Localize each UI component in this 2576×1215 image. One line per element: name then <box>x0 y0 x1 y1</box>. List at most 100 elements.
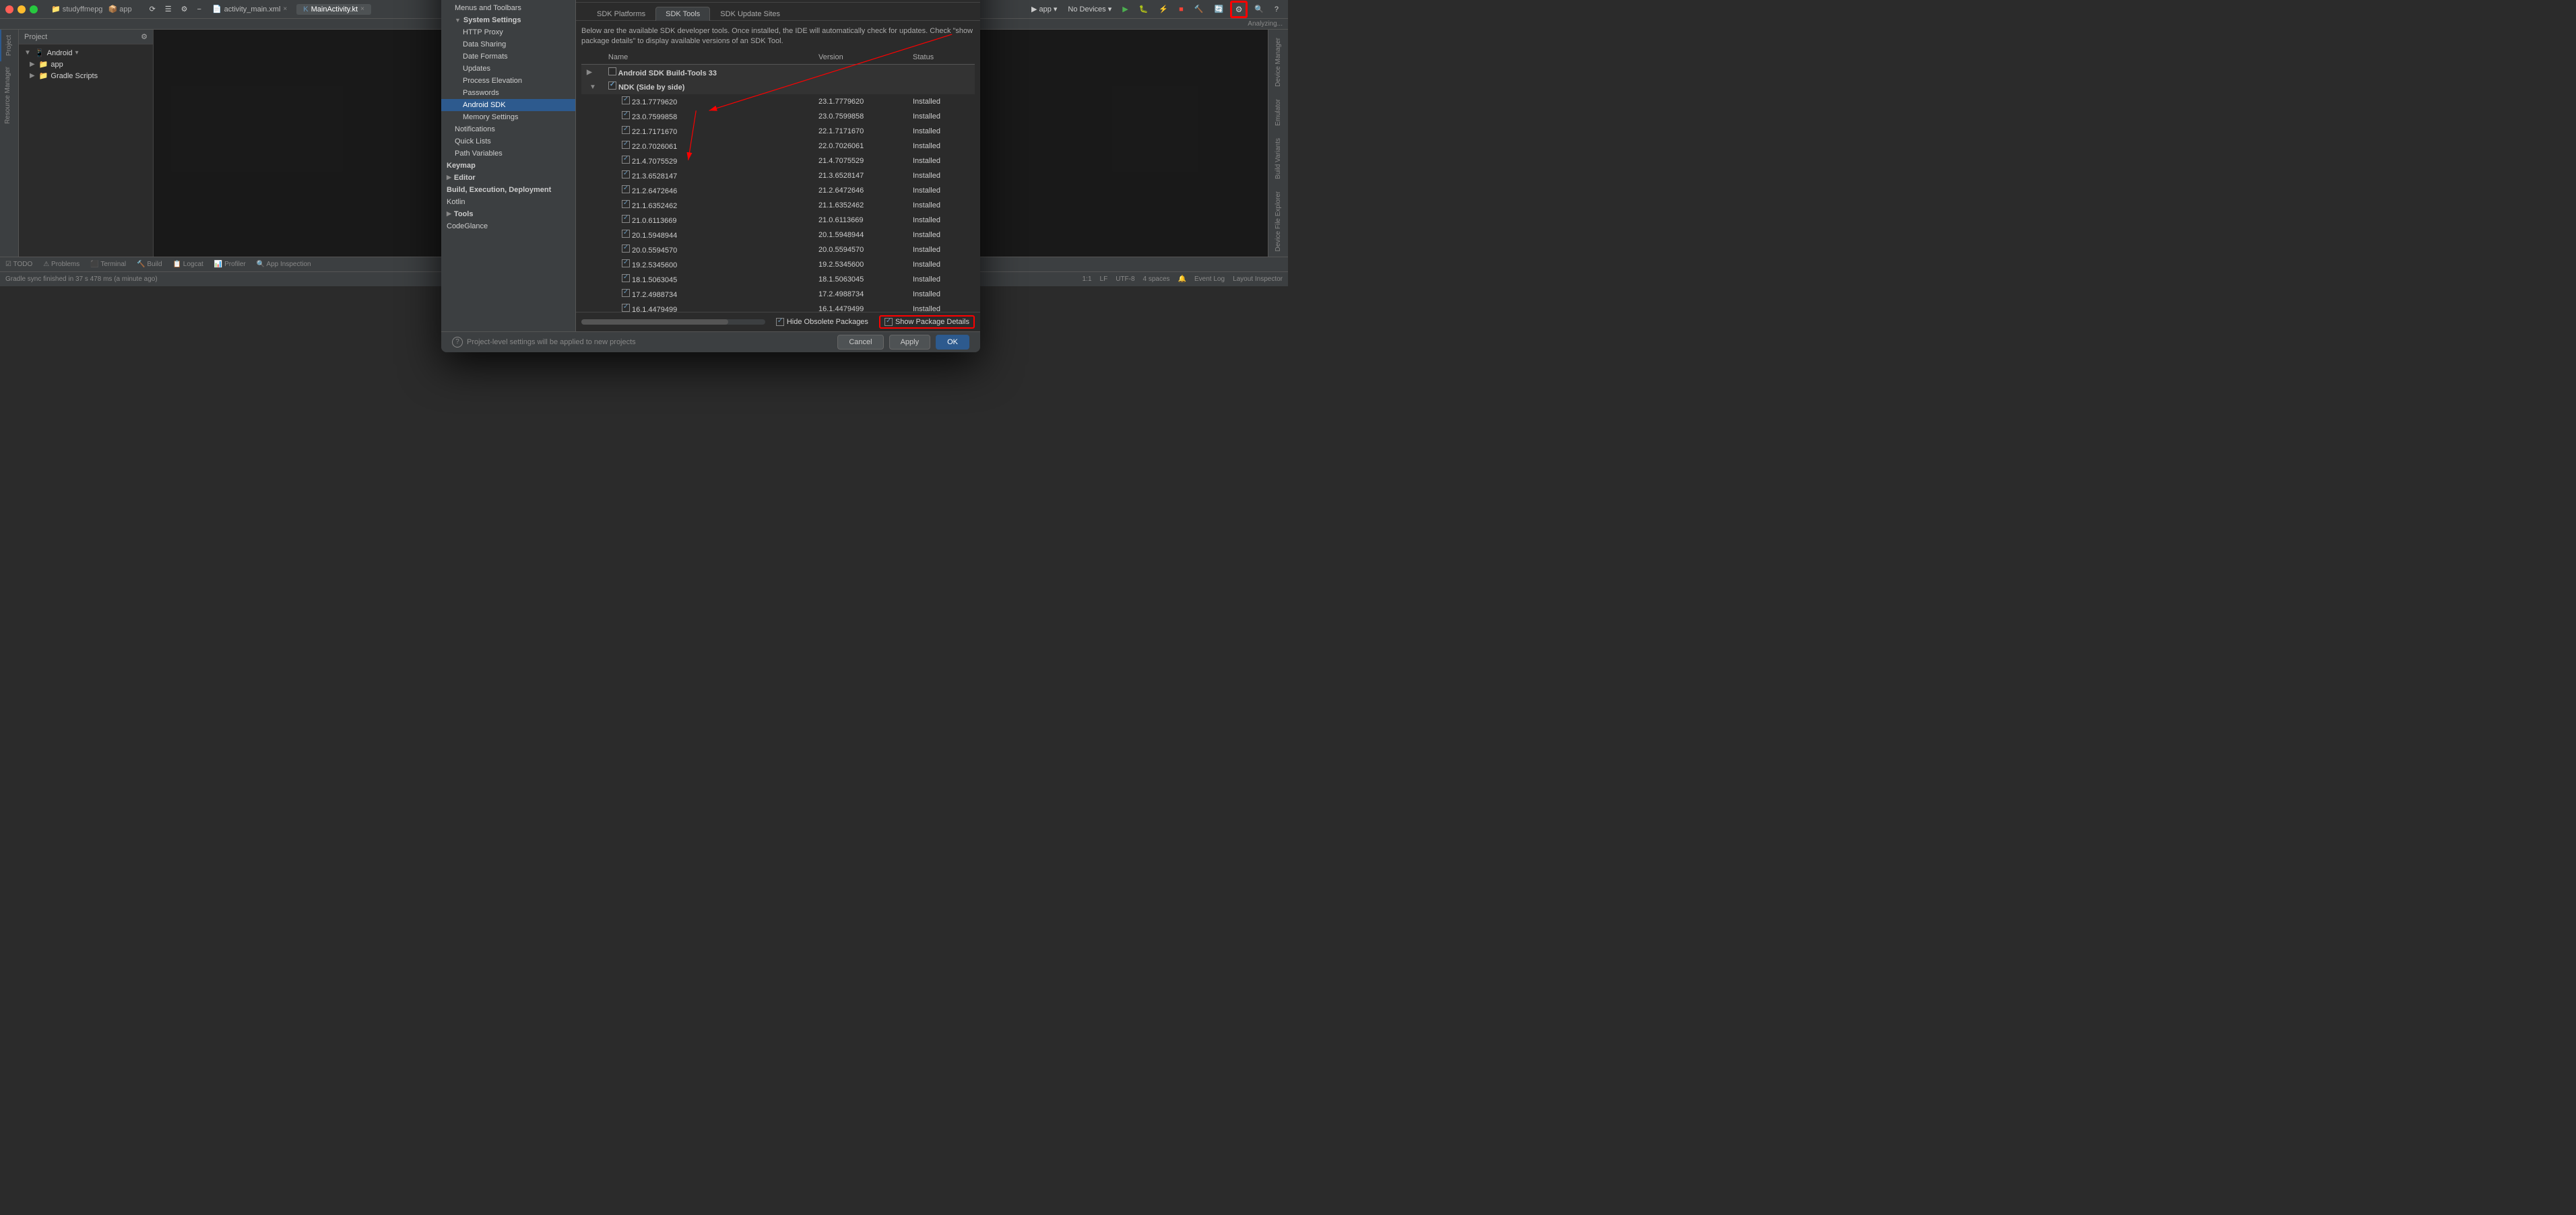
build-variants-tab[interactable]: Build Variants <box>1272 133 1285 185</box>
table-row[interactable]: 19.2.5345600 19.2.5345600 Installed <box>581 257 975 272</box>
profiler-btn[interactable]: 📊 Profiler <box>214 261 246 268</box>
nav-item-data-sharing[interactable]: Data Sharing <box>441 38 575 51</box>
gradle-scripts-node[interactable]: ▶ 📁 Gradle Scripts <box>19 70 153 81</box>
project-tab[interactable]: Project <box>0 30 18 61</box>
profile-btn[interactable]: ⚡ <box>1155 3 1172 15</box>
sdk-table-container[interactable]: Name Version Status <box>576 51 980 311</box>
checkbox-icon[interactable] <box>622 289 630 297</box>
tab-sdk-update-sites[interactable]: SDK Update Sites <box>710 7 790 21</box>
build-btn[interactable]: 🔨 <box>1190 3 1208 15</box>
nav-item-build-execution[interactable]: Build, Execution, Deployment <box>441 184 575 196</box>
nav-item-system-settings[interactable]: ▼ System Settings <box>441 14 575 26</box>
build-btn-bottom[interactable]: 🔨 Build <box>137 261 162 268</box>
tab-mainactivity[interactable]: K MainActivity.kt × <box>296 4 371 15</box>
table-row[interactable]: ▶ Android SDK Build-Tools 33 <box>581 65 975 79</box>
todo-btn[interactable]: ☑ TODO <box>5 261 32 268</box>
project-options-btn[interactable]: ⚙ <box>141 32 148 41</box>
table-row[interactable]: 21.1.6352462 21.1.6352462 Installed <box>581 198 975 213</box>
tab-close-icon[interactable]: × <box>283 5 287 13</box>
app-node[interactable]: ▶ 📁 app <box>19 59 153 70</box>
notification-icon[interactable]: 🔔 <box>1178 275 1186 283</box>
table-row[interactable]: 22.0.7026061 22.0.7026061 Installed <box>581 139 975 154</box>
sync-button[interactable]: ⟳ <box>146 3 160 15</box>
cancel-button[interactable]: Cancel <box>837 335 883 350</box>
checkbox-icon[interactable] <box>622 185 630 193</box>
nav-item-date-formats[interactable]: Date Formats <box>441 51 575 63</box>
indent-spaces[interactable]: 4 spaces <box>1143 275 1170 283</box>
tab-close-icon[interactable]: × <box>360 5 364 13</box>
nav-item-updates[interactable]: Updates <box>441 63 575 75</box>
table-row[interactable]: 20.0.5594570 20.0.5594570 Installed <box>581 242 975 257</box>
checkbox-icon[interactable] <box>608 81 616 90</box>
table-row[interactable]: 18.1.5063045 18.1.5063045 Installed <box>581 272 975 287</box>
table-row[interactable]: 16.1.4479499 16.1.4479499 Installed <box>581 302 975 312</box>
checkbox-icon[interactable] <box>622 126 630 134</box>
layout-inspector-btn[interactable]: Layout Inspector <box>1233 275 1283 283</box>
table-row[interactable]: 17.2.4988734 17.2.4988734 Installed <box>581 287 975 302</box>
project-selector[interactable]: 📁 studyffmepg <box>51 5 102 13</box>
logcat-btn[interactable]: 📋 Logcat <box>173 261 203 268</box>
resource-manager-tab[interactable]: Resource Manager <box>0 61 18 129</box>
table-row[interactable]: 23.1.7779620 23.1.7779620 Installed <box>581 94 975 109</box>
position-indicator[interactable]: 1:1 <box>1083 275 1092 283</box>
run-config-btn[interactable]: ▶ app ▾ <box>1027 3 1061 15</box>
nav-item-android-sdk[interactable]: Android SDK <box>441 99 575 111</box>
show-package-details-checkbox[interactable] <box>884 318 893 326</box>
help-icon[interactable]: ? <box>452 337 463 348</box>
table-row[interactable]: ▼ NDK (Side by side) <box>581 79 975 94</box>
checkbox-icon[interactable] <box>622 259 630 267</box>
checkbox-icon[interactable] <box>622 274 630 282</box>
list-button[interactable]: ☰ <box>161 3 176 15</box>
nav-item-process-elevation[interactable]: Process Elevation <box>441 75 575 87</box>
terminal-btn[interactable]: ⬛ Terminal <box>90 261 126 268</box>
event-log-btn[interactable]: Event Log <box>1194 275 1225 283</box>
checkbox-icon[interactable] <box>608 67 616 75</box>
nav-item-kotlin[interactable]: Kotlin <box>441 196 575 208</box>
table-row[interactable]: 20.1.5948944 20.1.5948944 Installed <box>581 228 975 242</box>
nav-item-quick-lists[interactable]: Quick Lists <box>441 135 575 147</box>
minimize-button[interactable] <box>18 5 26 13</box>
nav-item-tools[interactable]: ▶ Tools <box>441 208 575 220</box>
nav-item-codeglance[interactable]: CodeGlance <box>441 220 575 232</box>
tab-sdk-tools[interactable]: SDK Tools <box>655 7 710 21</box>
table-row[interactable]: 21.2.6472646 21.2.6472646 Installed <box>581 183 975 198</box>
table-row[interactable]: 21.3.6528147 21.3.6528147 Installed <box>581 168 975 183</box>
nav-item-memory-settings[interactable]: Memory Settings <box>441 111 575 123</box>
ok-button[interactable]: OK <box>936 335 969 350</box>
maximize-button[interactable] <box>30 5 38 13</box>
hide-obsolete-checkbox-container[interactable]: Hide Obsolete Packages <box>776 318 868 326</box>
stop-btn[interactable]: ■ <box>1175 4 1188 15</box>
device-manager-tab[interactable]: Device Manager <box>1272 32 1285 92</box>
sync-gradle-btn[interactable]: 🔄 <box>1210 3 1227 15</box>
table-row[interactable]: 21.0.6113669 21.0.6113669 Installed <box>581 213 975 228</box>
checkbox-icon[interactable] <box>622 200 630 208</box>
table-row[interactable]: 21.4.7075529 21.4.7075529 Installed <box>581 154 975 168</box>
search-btn[interactable]: 🔍 <box>1250 3 1268 15</box>
scrollbar-area[interactable] <box>581 319 765 325</box>
android-node[interactable]: ▼ 📱 Android ▾ <box>19 47 153 59</box>
minus-button[interactable]: − <box>193 4 205 15</box>
checkbox-icon[interactable] <box>622 96 630 104</box>
checkbox-icon[interactable] <box>622 230 630 238</box>
close-button[interactable] <box>5 5 13 13</box>
tab-activity-main[interactable]: 📄 activity_main.xml × <box>205 3 294 15</box>
table-row[interactable]: 22.1.7171670 22.1.7171670 Installed <box>581 124 975 139</box>
checkbox-icon[interactable] <box>622 141 630 149</box>
device-selector-btn[interactable]: No Devices ▾ <box>1064 3 1116 15</box>
nav-item-path-variables[interactable]: Path Variables <box>441 147 575 160</box>
checkbox-icon[interactable] <box>622 215 630 223</box>
checkbox-icon[interactable] <box>622 170 630 178</box>
settings-btn[interactable]: ⚙ <box>177 3 192 15</box>
checkbox-icon[interactable] <box>622 244 630 253</box>
nav-item-menus-toolbars[interactable]: Menus and Toolbars <box>441 2 575 14</box>
nav-item-editor[interactable]: ▶ Editor <box>441 172 575 184</box>
debug-btn[interactable]: 🐛 <box>1135 3 1153 15</box>
checkbox-icon[interactable] <box>622 156 630 164</box>
show-package-details-checkbox-container[interactable]: Show Package Details <box>879 315 975 329</box>
checkbox-icon[interactable] <box>622 111 630 119</box>
hide-obsolete-checkbox[interactable] <box>776 318 784 326</box>
run-btn[interactable]: ▶ <box>1118 3 1132 15</box>
module-selector[interactable]: 📦 app <box>108 5 131 13</box>
table-row[interactable]: 23.0.7599858 23.0.7599858 Installed <box>581 109 975 124</box>
nav-item-passwords[interactable]: Passwords <box>441 87 575 99</box>
